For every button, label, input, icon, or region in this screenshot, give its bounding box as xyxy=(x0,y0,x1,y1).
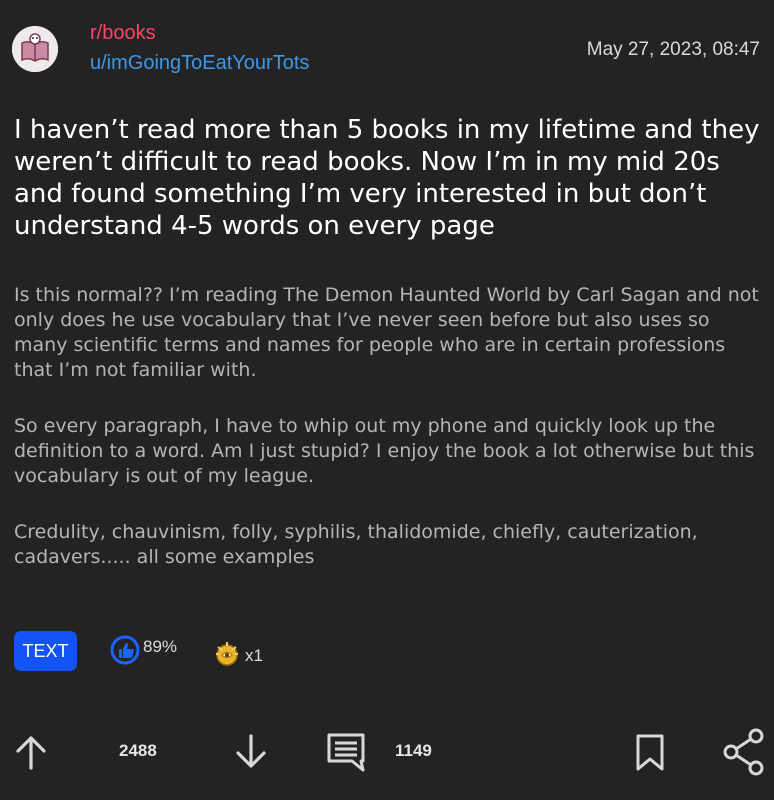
post-title: I haven’t read more than 5 books in my l… xyxy=(14,115,760,241)
score-count: 2488 xyxy=(119,741,157,760)
body-paragraph: So every paragraph, I have to whip out m… xyxy=(14,415,755,487)
upvote-ratio: 89% xyxy=(143,637,178,656)
award-count: x1 xyxy=(245,646,263,665)
thumbs-up-icon xyxy=(110,635,140,665)
upvote-button[interactable] xyxy=(14,725,48,779)
award-icon xyxy=(216,642,238,666)
arrow-down-icon xyxy=(236,734,266,768)
post-badges: TEXT 89% x1 xyxy=(14,631,754,673)
post-action-bar: 2488 1149 xyxy=(0,725,774,781)
book-logo-icon xyxy=(12,26,58,72)
bookmark-icon xyxy=(636,734,664,771)
subreddit-avatar[interactable] xyxy=(12,26,58,72)
subreddit-link[interactable]: r/books xyxy=(90,22,156,45)
downvote-button[interactable] xyxy=(234,725,268,779)
comments-button[interactable] xyxy=(324,725,368,779)
share-button[interactable] xyxy=(722,725,766,779)
comment-count: 1149 xyxy=(395,741,432,760)
comment-icon xyxy=(327,733,365,772)
post-header: r/books u/imGoingToEatYourTots May 27, 2… xyxy=(0,0,774,100)
author-link[interactable]: u/imGoingToEatYourTots xyxy=(90,52,309,75)
share-icon xyxy=(723,728,764,776)
post-timestamp: May 27, 2023, 08:47 xyxy=(586,39,760,60)
save-button[interactable] xyxy=(630,725,670,779)
post-flair[interactable]: TEXT xyxy=(14,631,77,671)
post-body: Is this normal?? I’m reading The Demon H… xyxy=(14,283,764,601)
body-paragraph: Credulity, chauvinism, folly, syphilis, … xyxy=(14,521,698,568)
arrow-up-icon xyxy=(16,736,46,770)
body-paragraph: Is this normal?? I’m reading The Demon H… xyxy=(14,284,759,381)
